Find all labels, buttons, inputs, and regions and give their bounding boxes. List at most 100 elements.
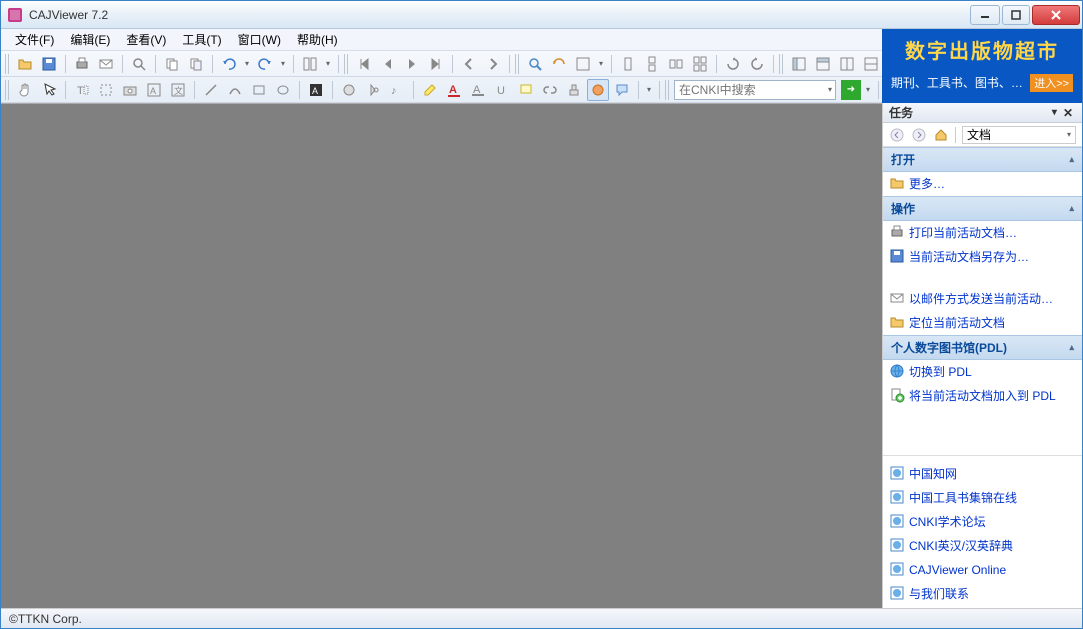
banner-enter-button[interactable]: 进入>> — [1030, 74, 1073, 92]
zoom-dropdown[interactable]: ▾ — [596, 59, 606, 68]
knowledge-icon[interactable] — [587, 79, 609, 101]
single-page-icon[interactable] — [617, 53, 639, 75]
ocr-full-icon[interactable]: A — [305, 79, 327, 101]
layout-icon[interactable] — [299, 53, 321, 75]
save-icon[interactable] — [38, 53, 60, 75]
link-forum[interactable]: CNKI学术论坛 — [883, 510, 1082, 534]
zoom-out-icon[interactable] — [548, 53, 570, 75]
panel-4-icon[interactable] — [860, 53, 882, 75]
menu-file[interactable]: 文件(F) — [7, 29, 62, 50]
ocr2-icon[interactable]: 文 — [167, 79, 189, 101]
taskpane-pin-icon[interactable]: ▾ — [1049, 107, 1060, 118]
redo-icon[interactable] — [254, 53, 276, 75]
section-ops-header[interactable]: 操作▴ — [883, 196, 1082, 221]
search-doc-icon[interactable] — [128, 53, 150, 75]
tool-b-icon[interactable] — [362, 79, 384, 101]
menu-tools[interactable]: 工具(T) — [174, 29, 229, 50]
annot-dropdown[interactable]: ▾ — [644, 85, 654, 94]
minimize-button[interactable] — [970, 5, 1000, 25]
ellipse-icon[interactable] — [272, 79, 294, 101]
panel-3-icon[interactable] — [836, 53, 858, 75]
pdl-switch[interactable]: 切换到 PDL — [883, 360, 1082, 384]
highlight-icon[interactable] — [419, 79, 441, 101]
last-page-icon[interactable] — [425, 53, 447, 75]
promo-banner[interactable]: 数字出版物超市 期刊、工具书、图书、… 进入>> — [882, 29, 1082, 103]
panel-1-icon[interactable] — [788, 53, 810, 75]
pdl-add[interactable]: 将当前活动文档加入到 PDL — [883, 384, 1082, 408]
comment-icon[interactable] — [611, 79, 633, 101]
link-icon[interactable] — [539, 79, 561, 101]
copy2-icon[interactable] — [185, 53, 207, 75]
rect-tool-icon[interactable] — [248, 79, 270, 101]
doc-selector-dropdown[interactable]: ▾ — [1067, 130, 1071, 139]
note-icon[interactable] — [515, 79, 537, 101]
open-more[interactable]: 更多… — [883, 172, 1082, 196]
tool-a-icon[interactable] — [338, 79, 360, 101]
hand-icon[interactable] — [14, 79, 36, 101]
menu-view[interactable]: 查看(V) — [118, 29, 174, 50]
menu-edit[interactable]: 编辑(E) — [62, 29, 118, 50]
ops-mail[interactable]: 以邮件方式发送当前活动… — [883, 287, 1082, 311]
taskpane-nav: 文档▾ — [883, 123, 1082, 147]
curve-icon[interactable] — [224, 79, 246, 101]
svg-text:A: A — [312, 86, 318, 96]
link-online[interactable]: CAJViewer Online — [883, 558, 1082, 582]
link-tools[interactable]: 中国工具书集锦在线 — [883, 486, 1082, 510]
mail-icon[interactable] — [95, 53, 117, 75]
print-icon[interactable] — [71, 53, 93, 75]
zoom-fit-icon[interactable] — [572, 53, 594, 75]
maximize-button[interactable] — [1002, 5, 1030, 25]
facing-icon[interactable] — [665, 53, 687, 75]
rotate-cw-icon[interactable] — [722, 53, 744, 75]
facing-cont-icon[interactable] — [689, 53, 711, 75]
section-pdl-header[interactable]: 个人数字图书馆(PDL)▴ — [883, 335, 1082, 360]
open-icon[interactable] — [14, 53, 36, 75]
pointer-icon[interactable] — [38, 79, 60, 101]
underline-icon[interactable]: A — [467, 79, 489, 101]
redo-dropdown[interactable]: ▾ — [278, 59, 288, 68]
layout-dropdown[interactable]: ▾ — [323, 59, 333, 68]
first-page-icon[interactable] — [353, 53, 375, 75]
text-color-icon[interactable]: A — [443, 79, 465, 101]
nav-back-icon[interactable] — [458, 53, 480, 75]
ops-locate[interactable]: 定位当前活动文档 — [883, 311, 1082, 335]
add-doc-icon — [889, 387, 905, 403]
strike-icon[interactable]: U — [491, 79, 513, 101]
copy-icon[interactable] — [161, 53, 183, 75]
zoom-icon[interactable] — [524, 53, 546, 75]
continuous-icon[interactable] — [641, 53, 663, 75]
ops-print[interactable]: 打印当前活动文档… — [883, 221, 1082, 245]
taskpane-close-icon[interactable]: ✕ — [1060, 106, 1076, 120]
search-input[interactable] — [675, 81, 825, 99]
ocr-icon[interactable]: A — [143, 79, 165, 101]
nav-home-icon[interactable] — [933, 127, 949, 143]
app-icon — [7, 7, 23, 23]
link-contact[interactable]: 与我们联系 — [883, 582, 1082, 606]
ops-saveas[interactable]: 当前活动文档另存为… — [883, 245, 1082, 269]
line-icon[interactable] — [200, 79, 222, 101]
area-select-icon[interactable] — [95, 79, 117, 101]
close-button[interactable] — [1032, 5, 1080, 25]
stamp-icon[interactable] — [563, 79, 585, 101]
snapshot-icon[interactable] — [119, 79, 141, 101]
panel-2-icon[interactable] — [812, 53, 834, 75]
link-dict[interactable]: CNKI英汉/汉英辞典 — [883, 534, 1082, 558]
banner-title: 数字出版物超市 — [882, 29, 1082, 64]
nav-back-icon[interactable] — [889, 127, 905, 143]
tool-c-icon[interactable]: ♪ — [386, 79, 408, 101]
prev-page-icon[interactable] — [377, 53, 399, 75]
text-select-icon[interactable]: T — [71, 79, 93, 101]
nav-fwd-icon[interactable] — [911, 127, 927, 143]
menu-window[interactable]: 窗口(W) — [230, 29, 289, 50]
section-open-header[interactable]: 打开▴ — [883, 147, 1082, 172]
search-go-button[interactable]: ➜ — [841, 80, 861, 100]
search-dropdown[interactable]: ▾ — [825, 85, 835, 94]
nav-fwd-icon[interactable] — [482, 53, 504, 75]
rotate-ccw-icon[interactable] — [746, 53, 768, 75]
undo-icon[interactable] — [218, 53, 240, 75]
go-dropdown[interactable]: ▾ — [863, 85, 873, 94]
menu-help[interactable]: 帮助(H) — [289, 29, 346, 50]
undo-dropdown[interactable]: ▾ — [242, 59, 252, 68]
next-page-icon[interactable] — [401, 53, 423, 75]
link-cnki[interactable]: 中国知网 — [883, 462, 1082, 486]
